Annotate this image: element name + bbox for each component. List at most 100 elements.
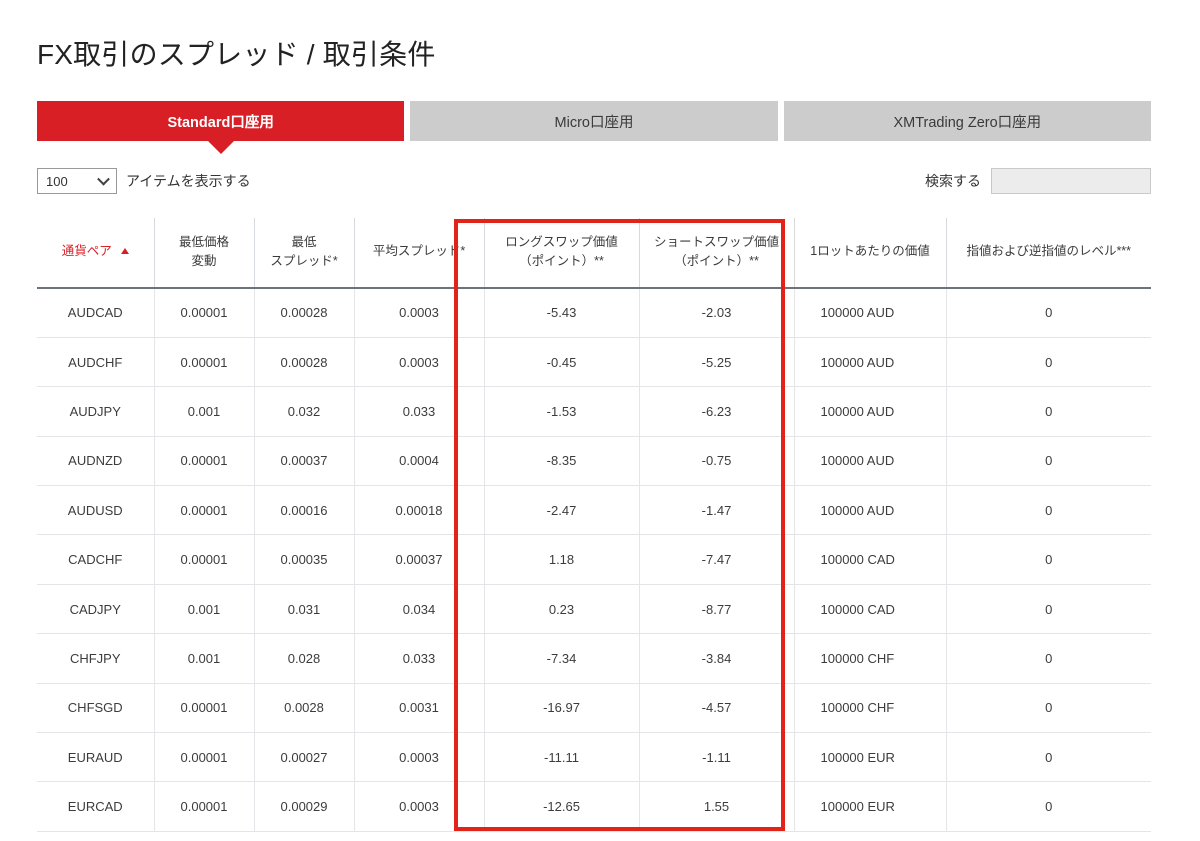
table-row: AUDNZD 0.00001 0.00037 0.0004 -8.35 -0.75 1000…	[37, 436, 1151, 487]
page-length-select[interactable]: 100	[37, 168, 117, 194]
cell-long-swap: 1.18	[484, 534, 640, 585]
column-header-lot-value[interactable]: 1ロットあたりの価値	[794, 218, 947, 289]
cell-currency-pair: EURAUD	[37, 732, 155, 783]
column-header-avg-spread[interactable]: 平均スプレッド*	[354, 218, 485, 289]
table-row: EURAUD 0.00001 0.00027 0.0003 -11.11 -1.11 100…	[37, 732, 1151, 783]
cell-limit-stop-level: 0	[946, 781, 1151, 832]
cell-limit-stop-level: 0	[946, 683, 1151, 734]
spread-table: 通貨ペア 最低価格 変動 最低 スプレッド* 平均スプレッド* ロングスワップ価値（…	[37, 218, 1151, 832]
cell-short-swap: -8.77	[639, 584, 795, 635]
cell-min-spread: 0.00016	[254, 485, 355, 536]
tab-zero[interactable]: XMTrading Zero口座用	[783, 101, 1151, 141]
cell-currency-pair: AUDCHF	[37, 337, 155, 388]
cell-tick-size: 0.00001	[154, 337, 255, 388]
cell-tick-size: 0.00001	[154, 485, 255, 536]
column-header-currency-pair[interactable]: 通貨ペア	[37, 218, 155, 289]
table-row: CHFJPY 0.001 0.028 0.033 -7.34 -3.84 100000 CH…	[37, 633, 1151, 684]
cell-long-swap: -0.45	[484, 337, 640, 388]
cell-avg-spread: 0.0031	[354, 683, 485, 734]
cell-currency-pair: CHFJPY	[37, 633, 155, 684]
tab-micro[interactable]: Micro口座用	[410, 101, 778, 141]
cell-lot-value: 100000 EUR	[794, 732, 947, 783]
cell-tick-size: 0.001	[154, 386, 255, 437]
spread-table-head: 通貨ペア 最低価格 変動 最低 スプレッド* 平均スプレッド* ロングスワップ価値（…	[37, 218, 1151, 289]
tab-standard[interactable]: Standard口座用	[37, 101, 405, 154]
cell-lot-value: 100000 AUD	[794, 386, 947, 437]
cell-currency-pair: EURCAD	[37, 781, 155, 832]
table-row: AUDCAD 0.00001 0.00028 0.0003 -5.43 -2.03 1000…	[37, 288, 1151, 338]
column-header-avg-spread-label: 平均スプレッド*	[372, 244, 466, 259]
cell-limit-stop-level: 0	[946, 584, 1151, 635]
column-header-long-swap[interactable]: ロングスワップ価値 （ポイント）**	[484, 218, 640, 289]
cell-short-swap: 1.55	[639, 781, 795, 832]
cell-min-spread: 0.00029	[254, 781, 355, 832]
spread-table-body: AUDCAD 0.00001 0.00028 0.0003 -5.43 -2.03 1000…	[37, 288, 1151, 832]
chevron-down-icon	[97, 172, 110, 186]
cell-short-swap: -2.03	[639, 288, 795, 338]
cell-long-swap: -7.34	[484, 633, 640, 684]
cell-short-swap: -4.57	[639, 683, 795, 734]
cell-short-swap: -5.25	[639, 337, 795, 388]
column-header-min-spread[interactable]: 最低 スプレッド*	[254, 218, 355, 289]
cell-long-swap: -8.35	[484, 436, 640, 487]
cell-lot-value: 100000 CAD	[794, 534, 947, 585]
cell-tick-size: 0.00001	[154, 683, 255, 734]
column-header-tick-size[interactable]: 最低価格 変動	[154, 218, 255, 289]
table-row: AUDUSD 0.00001 0.00016 0.00018 -2.47 -1.47 100…	[37, 485, 1151, 536]
cell-limit-stop-level: 0	[946, 337, 1151, 388]
column-header-lot-value-label: 1ロットあたりの価値	[810, 244, 930, 259]
page-length-value: 100	[46, 173, 68, 189]
cell-currency-pair: CADJPY	[37, 584, 155, 635]
cell-tick-size: 0.00001	[154, 534, 255, 585]
header-row: 通貨ペア 最低価格 変動 最低 スプレッド* 平均スプレッド* ロングスワップ価値（…	[37, 218, 1151, 289]
cell-long-swap: -12.65	[484, 781, 640, 832]
column-header-short-swap[interactable]: ショートスワップ価値 （ポイント）**	[639, 218, 795, 289]
cell-short-swap: -1.11	[639, 732, 795, 783]
cell-lot-value: 100000 EUR	[794, 781, 947, 832]
cell-min-spread: 0.0028	[254, 683, 355, 734]
cell-lot-value: 100000 AUD	[794, 337, 947, 388]
search-input[interactable]	[991, 168, 1151, 194]
cell-limit-stop-level: 0	[946, 732, 1151, 783]
table-controls: 100 アイテムを表示する 検索する	[37, 168, 1151, 198]
cell-min-spread: 0.00028	[254, 337, 355, 388]
search-label: 検索する	[925, 173, 981, 189]
cell-min-spread: 0.032	[254, 386, 355, 437]
cell-short-swap: -6.23	[639, 386, 795, 437]
account-type-tabs: Standard口座用 Micro口座用 XMTrading Zero口座用	[37, 101, 1151, 154]
column-header-short-swap-label: ショートスワップ価値 （ポイント）**	[653, 235, 779, 268]
cell-long-swap: -16.97	[484, 683, 640, 734]
tab-micro-label: Micro口座用	[554, 114, 634, 131]
sort-ascending-icon	[120, 248, 129, 255]
column-header-long-swap-label: ロングスワップ価値 （ポイント）**	[505, 235, 618, 268]
cell-long-swap: -2.47	[484, 485, 640, 536]
cell-avg-spread: 0.0004	[354, 436, 485, 487]
table-row: AUDJPY 0.001 0.032 0.033 -1.53 -6.23 100000 AU…	[37, 386, 1151, 437]
cell-currency-pair: AUDNZD	[37, 436, 155, 487]
cell-long-swap: -1.53	[484, 386, 640, 437]
spread-table-container: 通貨ペア 最低価格 変動 最低 スプレッド* 平均スプレッド* ロングスワップ価値（…	[37, 218, 1151, 832]
column-header-limit-stop-level-label: 指値および逆指値のレベル***	[966, 244, 1132, 259]
cell-avg-spread: 0.033	[354, 633, 485, 684]
page-title: FX取引のスプレッド / 取引条件	[37, 38, 436, 70]
cell-limit-stop-level: 0	[946, 485, 1151, 536]
cell-min-spread: 0.00028	[254, 288, 355, 338]
cell-lot-value: 100000 AUD	[794, 288, 947, 338]
cell-lot-value: 100000 AUD	[794, 436, 947, 487]
cell-avg-spread: 0.0003	[354, 288, 485, 338]
cell-currency-pair: AUDJPY	[37, 386, 155, 437]
cell-tick-size: 0.00001	[154, 436, 255, 487]
column-header-limit-stop-level[interactable]: 指値および逆指値のレベル***	[946, 218, 1151, 289]
cell-limit-stop-level: 0	[946, 386, 1151, 437]
cell-lot-value: 100000 CHF	[794, 683, 947, 734]
active-tab-pointer-icon	[207, 141, 234, 154]
table-row: EURCAD 0.00001 0.00029 0.0003 -12.65 1.55 1000…	[37, 781, 1151, 832]
cell-limit-stop-level: 0	[946, 436, 1151, 487]
page-length-control: 100 アイテムを表示する	[37, 168, 251, 194]
cell-short-swap: -7.47	[639, 534, 795, 585]
search-control: 検索する	[925, 168, 1151, 194]
cell-limit-stop-level: 0	[946, 633, 1151, 684]
cell-tick-size: 0.00001	[154, 288, 255, 338]
table-row: CADCHF 0.00001 0.00035 0.00037 1.18 -7.47 1000…	[37, 534, 1151, 585]
page-length-label: アイテムを表示する	[126, 173, 251, 189]
